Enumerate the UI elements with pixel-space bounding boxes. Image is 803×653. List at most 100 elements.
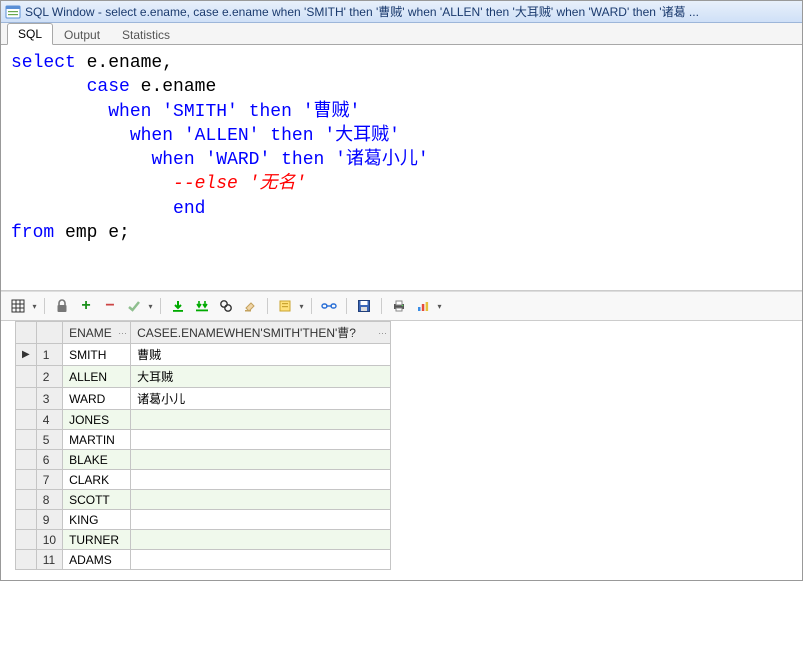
sql-token: [11, 150, 151, 170]
row-marker: [16, 388, 37, 410]
row-number: 11: [36, 550, 62, 570]
column-header-ename[interactable]: ENAME ···: [63, 322, 131, 344]
sql-token: when: [130, 126, 173, 146]
cell-ename[interactable]: BLAKE: [63, 450, 131, 470]
dropdown-icon[interactable]: ▾: [31, 302, 38, 311]
row-number: 8: [36, 490, 62, 510]
row-marker: [16, 470, 37, 490]
chart-button[interactable]: [412, 296, 434, 316]
table-row[interactable]: 10TURNER: [16, 530, 391, 550]
single-record-button[interactable]: [274, 296, 296, 316]
sql-token: --else '无名': [173, 174, 306, 194]
cell-ename[interactable]: ADAMS: [63, 550, 131, 570]
sql-token: [324, 150, 335, 170]
dropdown-icon[interactable]: ▾: [147, 302, 154, 311]
find-button[interactable]: [215, 296, 237, 316]
dropdown-icon[interactable]: ▾: [436, 302, 443, 311]
clear-button[interactable]: [239, 296, 261, 316]
row-marker: ▶: [16, 344, 37, 366]
cell-ename[interactable]: MARTIN: [63, 430, 131, 450]
row-number: 5: [36, 430, 62, 450]
table-row[interactable]: 3WARD诸葛小儿: [16, 388, 391, 410]
lock-button[interactable]: [51, 296, 73, 316]
cell-ename[interactable]: JONES: [63, 410, 131, 430]
cell-case[interactable]: [131, 450, 391, 470]
table-row[interactable]: 8SCOTT: [16, 490, 391, 510]
row-marker: [16, 430, 37, 450]
fetch-all-button[interactable]: [191, 296, 213, 316]
cell-case[interactable]: [131, 430, 391, 450]
sql-token: [11, 126, 130, 146]
table-row[interactable]: 5MARTIN: [16, 430, 391, 450]
tab-statistics[interactable]: Statistics: [111, 24, 181, 45]
separator: [381, 298, 382, 314]
sql-editor[interactable]: select e.ename, case e.ename when 'SMITH…: [1, 45, 802, 291]
sql-token: [11, 199, 173, 219]
row-number: 3: [36, 388, 62, 410]
sql-token: 'SMITH': [162, 102, 238, 122]
separator: [311, 298, 312, 314]
result-toolbar: ▾ + − ▾ ▾ ▾: [1, 291, 802, 321]
sql-token: [238, 102, 249, 122]
print-button[interactable]: [388, 296, 410, 316]
sql-token: e.ename: [130, 77, 216, 97]
table-row[interactable]: 9KING: [16, 510, 391, 530]
header-menu-icon[interactable]: ···: [378, 328, 387, 338]
cell-ename[interactable]: ALLEN: [63, 366, 131, 388]
app-icon: [5, 4, 21, 20]
row-number: 7: [36, 470, 62, 490]
add-button[interactable]: +: [75, 296, 97, 316]
table-row[interactable]: 7CLARK: [16, 470, 391, 490]
row-number: 1: [36, 344, 62, 366]
result-grid[interactable]: ENAME ··· CASEE.ENAMEWHEN'SMITH'THEN'曹? ··…: [15, 321, 391, 570]
sql-token: '大耳贼': [324, 126, 400, 146]
cell-case[interactable]: [131, 550, 391, 570]
link-button[interactable]: [318, 296, 340, 316]
cell-ename[interactable]: SMITH: [63, 344, 131, 366]
cell-case[interactable]: [131, 490, 391, 510]
header-menu-icon[interactable]: ···: [118, 328, 127, 338]
table-row[interactable]: 6BLAKE: [16, 450, 391, 470]
cell-case[interactable]: [131, 410, 391, 430]
cell-ename[interactable]: WARD: [63, 388, 131, 410]
cell-case[interactable]: 曹贼: [131, 344, 391, 366]
row-number: 9: [36, 510, 62, 530]
cell-case[interactable]: 诸葛小儿: [131, 388, 391, 410]
cell-ename[interactable]: SCOTT: [63, 490, 131, 510]
sql-token: 'WARD': [205, 150, 270, 170]
sql-token: select: [11, 53, 76, 73]
column-header-case[interactable]: CASEE.ENAMEWHEN'SMITH'THEN'曹? ···: [131, 322, 391, 344]
tab-sql[interactable]: SQL: [7, 23, 53, 45]
row-marker: [16, 490, 37, 510]
commit-button[interactable]: [123, 296, 145, 316]
grid-menu-button[interactable]: [7, 296, 29, 316]
result-grid-wrap: ENAME ··· CASEE.ENAMEWHEN'SMITH'THEN'曹? ··…: [1, 321, 802, 580]
table-row[interactable]: ▶1SMITH曹贼: [16, 344, 391, 366]
save-button[interactable]: [353, 296, 375, 316]
cell-case[interactable]: [131, 470, 391, 490]
cell-case[interactable]: 大耳贼: [131, 366, 391, 388]
cell-ename[interactable]: CLARK: [63, 470, 131, 490]
header-label: ENAME: [69, 326, 112, 340]
sql-token: '诸葛小儿': [335, 150, 429, 170]
remove-button[interactable]: −: [99, 296, 121, 316]
sql-token: [292, 102, 303, 122]
sql-token: then: [249, 102, 292, 122]
sql-token: emp e;: [54, 223, 130, 243]
tab-output[interactable]: Output: [53, 24, 111, 45]
cell-ename[interactable]: TURNER: [63, 530, 131, 550]
cell-case[interactable]: [131, 510, 391, 530]
cell-ename[interactable]: KING: [63, 510, 131, 530]
table-row[interactable]: 11ADAMS: [16, 550, 391, 570]
table-row[interactable]: 4JONES: [16, 410, 391, 430]
row-number: 10: [36, 530, 62, 550]
dropdown-icon[interactable]: ▾: [298, 302, 305, 311]
header-label: CASEE.ENAMEWHEN'SMITH'THEN'曹?: [137, 326, 356, 340]
cell-case[interactable]: [131, 530, 391, 550]
sql-token: [270, 150, 281, 170]
table-row[interactable]: 2ALLEN大耳贼: [16, 366, 391, 388]
sql-token: then: [281, 150, 324, 170]
sql-token: end: [173, 199, 205, 219]
row-marker: [16, 510, 37, 530]
fetch-next-button[interactable]: [167, 296, 189, 316]
